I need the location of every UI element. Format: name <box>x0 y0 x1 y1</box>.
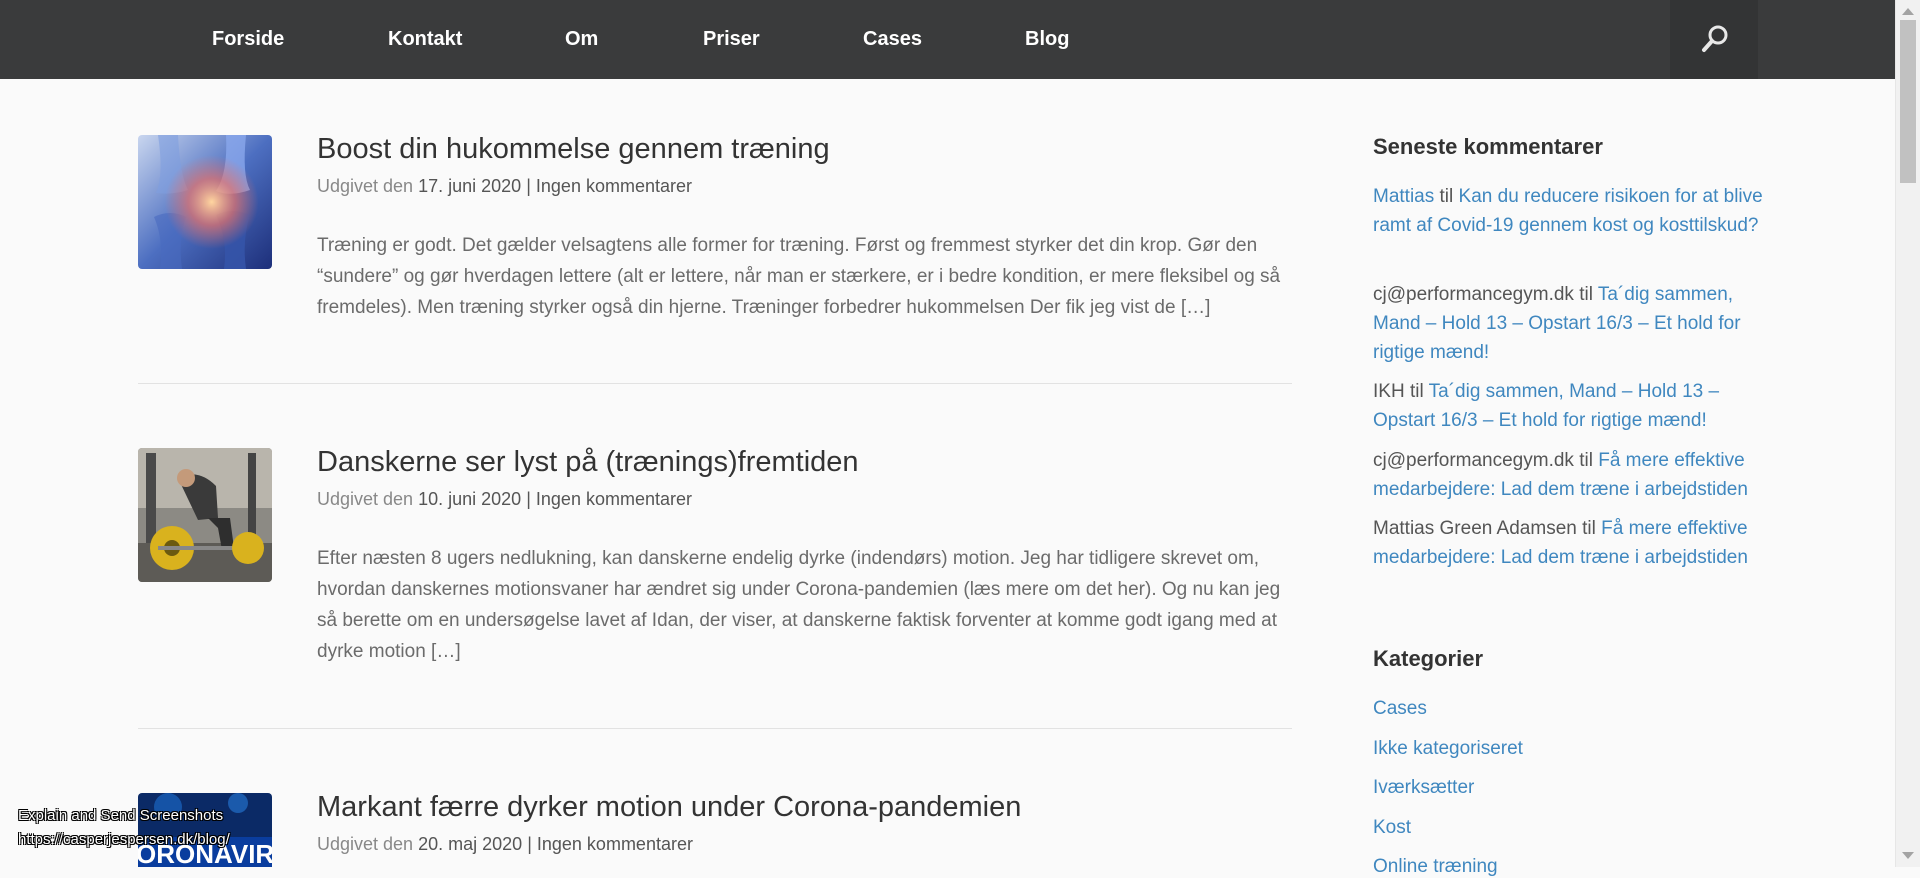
comment-post-link[interactable]: Ta´dig sammen, Mand – Hold 13 – Opstart … <box>1373 381 1719 431</box>
comment-author: cj@performancegym.dk <box>1373 284 1574 305</box>
comment-connector: til <box>1579 284 1593 305</box>
search-button[interactable] <box>1670 0 1758 79</box>
recent-comment: Mattias Green Adamsen til Få mere effekt… <box>1373 514 1773 572</box>
comment-author: IKH <box>1373 381 1405 402</box>
recent-comment: cj@performancegym.dk til Ta´dig sammen, … <box>1373 280 1773 367</box>
category-link-ikke-kategoriseret[interactable]: Ikke kategoriseret <box>1373 738 1523 760</box>
post-comments-link[interactable]: Ingen kommentarer <box>536 489 692 509</box>
comment-connector: til <box>1579 450 1593 471</box>
scroll-down-arrow-icon[interactable] <box>1902 852 1914 859</box>
post-meta: Udgivet den 20. maj 2020 | Ingen komment… <box>317 834 693 855</box>
post-date[interactable]: 17. juni 2020 <box>418 176 521 196</box>
post-title[interactable]: Markant færre dyrker motion under Corona… <box>317 791 1021 824</box>
comment-connector: til <box>1439 186 1454 207</box>
recent-comment: IKH til Ta´dig sammen, Mand – Hold 13 – … <box>1373 377 1773 435</box>
comment-connector: til <box>1409 381 1424 402</box>
post-excerpt: Træning er godt. Det gælder velsagtens a… <box>317 235 1281 318</box>
recent-comment: cj@performancegym.dk til Få mere effekti… <box>1373 446 1773 504</box>
scroll-up-arrow-icon[interactable] <box>1902 8 1914 15</box>
categories-title: Kategorier <box>1373 646 1484 671</box>
post-title[interactable]: Danskerne ser lyst på (trænings)fremtide… <box>317 446 859 479</box>
screenshot-tool-label: Explain and Send Screenshots <box>18 807 224 824</box>
comment-author: cj@performancegym.dk <box>1373 450 1574 471</box>
meta-prefix: Udgivet den <box>317 176 414 196</box>
screenshot-tool-url: https://casperjespersen.dk/blog/ <box>18 831 230 848</box>
post-thumbnail-neurons[interactable] <box>138 135 272 269</box>
gym-deadlift-image <box>138 448 272 582</box>
recent-comments-title: Seneste kommentarer <box>1373 134 1603 159</box>
meta-separator: | <box>526 176 531 196</box>
scrollbar-thumb[interactable] <box>1900 20 1916 183</box>
post-divider <box>138 728 1292 729</box>
post-meta: Udgivet den 17. juni 2020 | Ingen kommen… <box>317 176 692 197</box>
comment-author: Mattias Green Adamsen <box>1373 518 1577 539</box>
search-icon <box>1702 25 1728 52</box>
nav-item-kontakt[interactable]: Kontakt <box>388 28 462 51</box>
category-link-online-traening[interactable]: Online træning <box>1373 856 1498 878</box>
post-thumbnail-coronavirus[interactable]: ORONAVIRU <box>138 793 272 867</box>
post-thumbnail-deadlift[interactable] <box>138 448 272 582</box>
nav-item-priser[interactable]: Priser <box>703 28 760 51</box>
category-link-ivaerksaetter[interactable]: Iværksætter <box>1373 777 1474 799</box>
neuron-synapse-image <box>138 135 272 269</box>
post-divider <box>138 383 1292 384</box>
post-date[interactable]: 10. juni 2020 <box>418 489 521 509</box>
post-date[interactable]: 20. maj 2020 <box>418 834 522 854</box>
post-excerpt: Efter næsten 8 ugers nedlukning, kan dan… <box>317 548 1281 662</box>
comment-author-link[interactable]: Mattias <box>1373 186 1434 207</box>
nav-item-blog[interactable]: Blog <box>1025 28 1069 51</box>
post-comments-link[interactable]: Ingen kommentarer <box>536 176 692 196</box>
vertical-scrollbar[interactable] <box>1895 0 1920 867</box>
meta-separator: | <box>527 834 532 854</box>
post-title[interactable]: Boost din hukommelse gennem træning <box>317 133 830 166</box>
category-link-cases[interactable]: Cases <box>1373 698 1427 720</box>
nav-item-cases[interactable]: Cases <box>863 28 922 51</box>
meta-prefix: Udgivet den <box>317 834 414 854</box>
coronavirus-image: ORONAVIRU <box>138 793 272 867</box>
category-link-kost[interactable]: Kost <box>1373 817 1411 839</box>
post-meta: Udgivet den 10. juni 2020 | Ingen kommen… <box>317 489 692 510</box>
comment-connector: til <box>1582 518 1596 539</box>
post-comments-link[interactable]: Ingen kommentarer <box>537 834 693 854</box>
meta-separator: | <box>526 489 531 509</box>
nav-item-forside[interactable]: Forside <box>212 28 284 51</box>
nav-item-om[interactable]: Om <box>565 28 598 51</box>
top-navigation-bar: Forside Kontakt Om Priser Cases Blog <box>0 0 1895 79</box>
meta-prefix: Udgivet den <box>317 489 414 509</box>
recent-comment: Mattias til Kan du reducere risikoen for… <box>1373 182 1773 240</box>
